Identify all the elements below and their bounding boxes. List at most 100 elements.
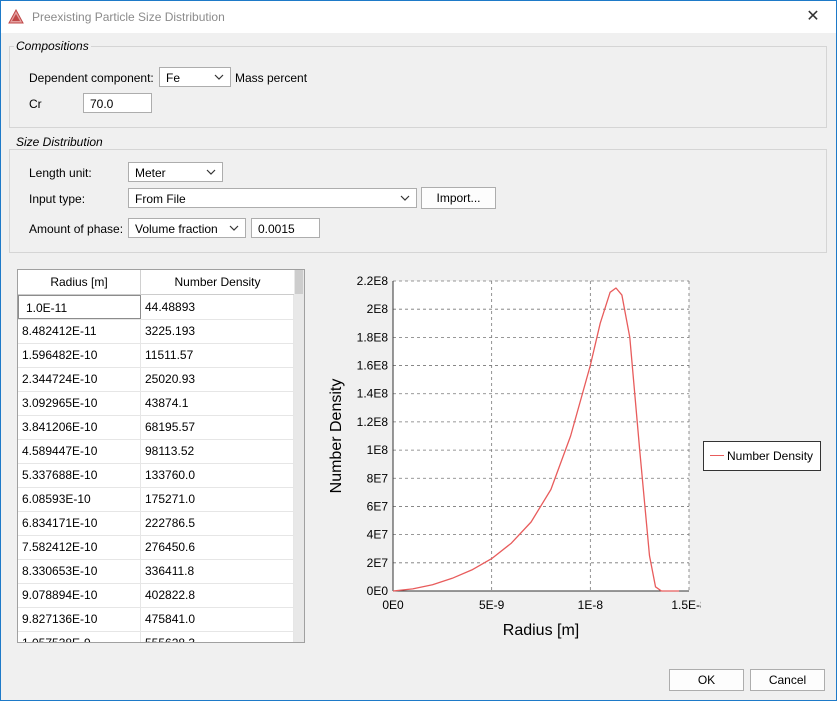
size-distribution-legend: Size Distribution (14, 135, 105, 149)
table-row[interactable]: 6.08593E-10 175271.0 (18, 487, 294, 512)
title-bar: Preexisting Particle Size Distribution ✕ (1, 1, 836, 33)
table-row[interactable]: 9.827136E-10 475841.0 (18, 607, 294, 632)
y-tick-label: 1.8E8 (357, 330, 389, 344)
y-tick-label: 2E7 (367, 556, 389, 570)
dependent-component-label: Dependent component: (29, 71, 154, 85)
header-radius[interactable]: Radius [m] (18, 270, 141, 294)
cell-number-density[interactable]: 98113.52 (141, 439, 294, 463)
table-row[interactable]: 4.589447E-10 98113.52 (18, 439, 294, 464)
y-axis-label: Number Density (328, 379, 345, 494)
y-tick-label: 1.2E8 (357, 415, 389, 429)
cell-number-density[interactable]: 68195.57 (141, 415, 294, 439)
chart-legend: Number Density (703, 441, 821, 471)
cell-radius[interactable]: 6.08593E-10 (18, 487, 141, 511)
cell-radius[interactable]: 1.0E-11 (18, 295, 141, 319)
cell-number-density[interactable]: 222786.5 (141, 511, 294, 535)
cell-radius[interactable]: 7.582412E-10 (18, 535, 141, 559)
chevron-down-icon (400, 195, 410, 201)
table-row[interactable]: 9.078894E-10 402822.8 (18, 583, 294, 608)
table-row[interactable]: 1.057538E-9 555628.3 (18, 631, 294, 642)
amount-type-value: Volume fraction (135, 222, 218, 236)
table-row[interactable]: 3.841206E-10 68195.57 (18, 415, 294, 440)
length-unit-label: Length unit: (29, 166, 92, 180)
amount-input-value: 0.0015 (258, 222, 295, 236)
cancel-button[interactable]: Cancel (750, 669, 825, 691)
chevron-down-icon (214, 74, 224, 80)
table-scrollbar[interactable] (294, 270, 304, 642)
cell-radius[interactable]: 9.078894E-10 (18, 583, 141, 607)
table-row[interactable]: 5.337688E-10 133760.0 (18, 463, 294, 488)
cell-number-density[interactable]: 475841.0 (141, 607, 294, 631)
ok-button[interactable]: OK (669, 669, 744, 691)
cell-radius[interactable]: 8.482412E-11 (18, 319, 141, 343)
input-type-select[interactable]: From File (128, 188, 417, 208)
cell-number-density[interactable]: 44.48893 (141, 295, 294, 319)
input-type-value: From File (135, 192, 186, 206)
y-tick-label: 6E7 (367, 499, 389, 513)
dependent-component-select[interactable]: Fe (159, 67, 231, 87)
chevron-down-icon (229, 225, 239, 231)
cell-number-density[interactable]: 3225.193 (141, 319, 294, 343)
legend-series-label: Number Density (727, 449, 814, 463)
table-row[interactable]: 1.596482E-10 11511.57 (18, 343, 294, 368)
y-tick-label: 2.2E8 (357, 274, 389, 288)
close-button[interactable]: ✕ (801, 5, 825, 29)
amount-of-phase-label: Amount of phase: (29, 222, 124, 236)
cr-input[interactable]: 70.0 (83, 93, 152, 113)
length-unit-value: Meter (135, 166, 166, 180)
scrollbar-thumb[interactable] (295, 270, 303, 294)
table-row[interactable]: 6.834171E-10 222786.5 (18, 511, 294, 536)
cell-number-density[interactable]: 336411.8 (141, 559, 294, 583)
table-row[interactable]: 8.330653E-10 336411.8 (18, 559, 294, 584)
y-tick-label: 0E0 (367, 584, 389, 598)
cr-label: Cr (29, 97, 42, 111)
cell-radius[interactable]: 3.092965E-10 (18, 391, 141, 415)
amount-input[interactable]: 0.0015 (251, 218, 320, 238)
number-density-chart: 0E0 2E7 4E7 6E7 8E7 1E8 1.2E8 1.4E8 1.6E8 1.8E8 2E… (328, 274, 701, 639)
y-tick-label: 1.6E8 (357, 359, 389, 373)
cell-radius[interactable]: 1.057538E-9 (18, 631, 141, 642)
cell-radius[interactable]: 9.827136E-10 (18, 607, 141, 631)
y-tick-label: 1.4E8 (357, 387, 389, 401)
cell-radius[interactable]: 2.344724E-10 (18, 367, 141, 391)
cell-number-density[interactable]: 555628.3 (141, 631, 294, 642)
cell-number-density[interactable]: 175271.0 (141, 487, 294, 511)
cr-input-value: 70.0 (90, 97, 114, 111)
window-title: Preexisting Particle Size Distribution (32, 10, 225, 24)
x-tick-label: 0E0 (382, 598, 404, 612)
y-tick-label: 8E7 (367, 471, 389, 485)
x-tick-label: 1.5E-8 (671, 598, 701, 612)
input-type-label: Input type: (29, 192, 86, 206)
table-header: Radius [m] Number Density (18, 270, 295, 295)
plot-area (393, 281, 689, 591)
compositions-group (9, 46, 827, 128)
cell-number-density[interactable]: 25020.93 (141, 367, 294, 391)
amount-type-select[interactable]: Volume fraction (128, 218, 246, 238)
cell-number-density[interactable]: 43874.1 (141, 391, 294, 415)
length-unit-select[interactable]: Meter (128, 162, 223, 182)
cell-radius[interactable]: 5.337688E-10 (18, 463, 141, 487)
cell-number-density[interactable]: 133760.0 (141, 463, 294, 487)
x-tick-label: 5E-9 (479, 598, 505, 612)
chevron-down-icon (206, 169, 216, 175)
table-row[interactable]: 3.092965E-10 43874.1 (18, 391, 294, 416)
table-row[interactable]: 8.482412E-11 3225.193 (18, 319, 294, 344)
cell-number-density[interactable]: 11511.57 (141, 343, 294, 367)
cell-radius[interactable]: 6.834171E-10 (18, 511, 141, 535)
table-row[interactable]: 1.0E-11 44.48893 (18, 295, 294, 320)
import-button[interactable]: Import... (421, 187, 496, 209)
x-axis-label: Radius [m] (503, 622, 579, 639)
table-row[interactable]: 2.344724E-10 25020.93 (18, 367, 294, 392)
table-row[interactable]: 7.582412E-10 276450.6 (18, 535, 294, 560)
cell-radius[interactable]: 1.596482E-10 (18, 343, 141, 367)
cell-radius[interactable]: 4.589447E-10 (18, 439, 141, 463)
x-tick-label: 1E-8 (578, 598, 604, 612)
y-tick-label: 1E8 (367, 443, 389, 457)
header-number-density[interactable]: Number Density (141, 270, 295, 294)
cell-radius[interactable]: 8.330653E-10 (18, 559, 141, 583)
cell-number-density[interactable]: 402822.8 (141, 583, 294, 607)
y-tick-label: 4E7 (367, 528, 389, 542)
cell-number-density[interactable]: 276450.6 (141, 535, 294, 559)
distribution-table[interactable]: Radius [m] Number Density 1.0E-11 44.4889… (17, 269, 305, 643)
cell-radius[interactable]: 3.841206E-10 (18, 415, 141, 439)
